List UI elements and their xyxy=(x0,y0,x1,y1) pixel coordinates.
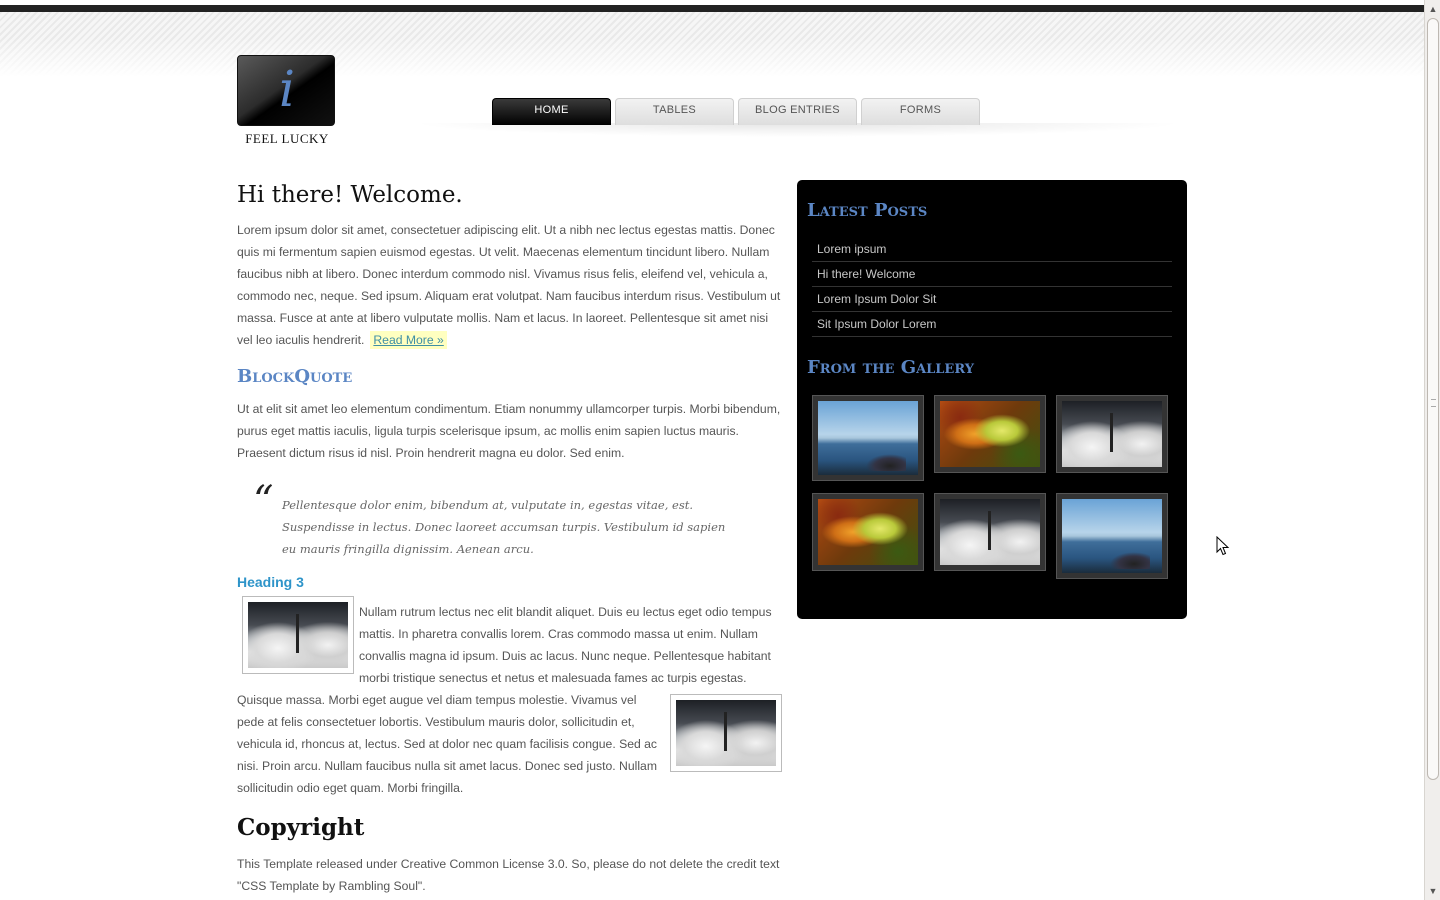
copyright-heading: Copyright xyxy=(237,814,365,841)
gallery-thumb[interactable] xyxy=(934,395,1046,473)
blockquote-intro: Ut at elit sit amet leo elementum condim… xyxy=(237,402,781,460)
logo-letter: i xyxy=(279,60,295,118)
scroll-up-icon[interactable]: ▲ xyxy=(1428,4,1438,14)
blockquote: Pellentesque dolor enim, bibendum at, vu… xyxy=(282,498,726,556)
read-more-link[interactable]: Read More » xyxy=(370,331,447,349)
gallery-heading: From the Gallery xyxy=(807,357,975,378)
gallery-thumb[interactable] xyxy=(812,493,924,571)
leaf-photo xyxy=(940,401,1040,467)
intro-paragraph: Lorem ipsum dolor sit amet, consectetuer… xyxy=(237,219,787,351)
heading3-paragraph: Nullam rutrum lectus nec elit blandit al… xyxy=(359,605,772,685)
post-link[interactable]: Lorem Ipsum Dolor Sit xyxy=(812,287,1172,312)
sidebar: Latest Posts Lorem ipsum Hi there! Welco… xyxy=(797,180,1187,619)
tab-forms[interactable]: FORMS xyxy=(861,98,980,125)
main-content: Hi there! Welcome. Lorem ipsum dolor sit… xyxy=(237,180,787,893)
post-link[interactable]: Lorem ipsum xyxy=(812,237,1172,262)
snow-lamp-photo xyxy=(248,602,348,668)
heading-3: Heading 3 xyxy=(237,574,304,590)
gallery-thumb[interactable] xyxy=(934,493,1046,571)
content-image-2 xyxy=(670,694,782,772)
copyright-text: This Template released under Creative Co… xyxy=(237,857,780,893)
lake-photo xyxy=(1062,499,1162,573)
content-image-1 xyxy=(242,596,354,674)
site-logo[interactable]: i xyxy=(237,55,335,126)
mouse-cursor-icon xyxy=(1216,536,1230,556)
quote-mark-icon: “ xyxy=(253,478,274,524)
nav-shadow xyxy=(410,123,1185,137)
scroll-grip-icon xyxy=(1431,399,1436,407)
intro-text: Lorem ipsum dolor sit amet, consectetuer… xyxy=(237,223,781,347)
lake-photo xyxy=(818,401,918,475)
header-background xyxy=(0,12,1424,77)
logo-caption: FEEL LUCKY xyxy=(245,131,329,146)
tab-tables[interactable]: TABLES xyxy=(615,98,734,125)
snow-lamp-photo xyxy=(940,499,1040,565)
main-nav: HOME TABLES BLOG ENTRIES FORMS xyxy=(492,98,980,125)
snow-lamp-photo xyxy=(676,700,776,766)
scroll-thumb[interactable] xyxy=(1427,18,1439,780)
tab-home[interactable]: HOME xyxy=(492,98,611,125)
scroll-down-icon[interactable]: ▼ xyxy=(1428,886,1438,896)
latest-posts-list: Lorem ipsum Hi there! Welcome Lorem Ipsu… xyxy=(812,237,1172,337)
post-link[interactable]: Sit Ipsum Dolor Lorem xyxy=(812,312,1172,337)
page-title: Hi there! Welcome. xyxy=(237,182,463,208)
leaf-photo xyxy=(818,499,918,565)
gallery-thumb[interactable] xyxy=(812,395,924,481)
gallery-thumb[interactable] xyxy=(1056,395,1168,473)
snow-lamp-photo xyxy=(1062,401,1162,467)
blockquote-heading: BlockQuote xyxy=(237,366,353,387)
page-scrollbar[interactable]: ▲ ▼ xyxy=(1424,0,1440,900)
top-bar xyxy=(0,0,1424,12)
post-link[interactable]: Hi there! Welcome xyxy=(812,262,1172,287)
gallery-thumb[interactable] xyxy=(1056,493,1168,579)
paragraph-4: Quisque massa. Morbi eget augue vel diam… xyxy=(237,693,658,795)
tab-blog-entries[interactable]: BLOG ENTRIES xyxy=(738,98,857,125)
latest-posts-heading: Latest Posts xyxy=(807,200,928,221)
